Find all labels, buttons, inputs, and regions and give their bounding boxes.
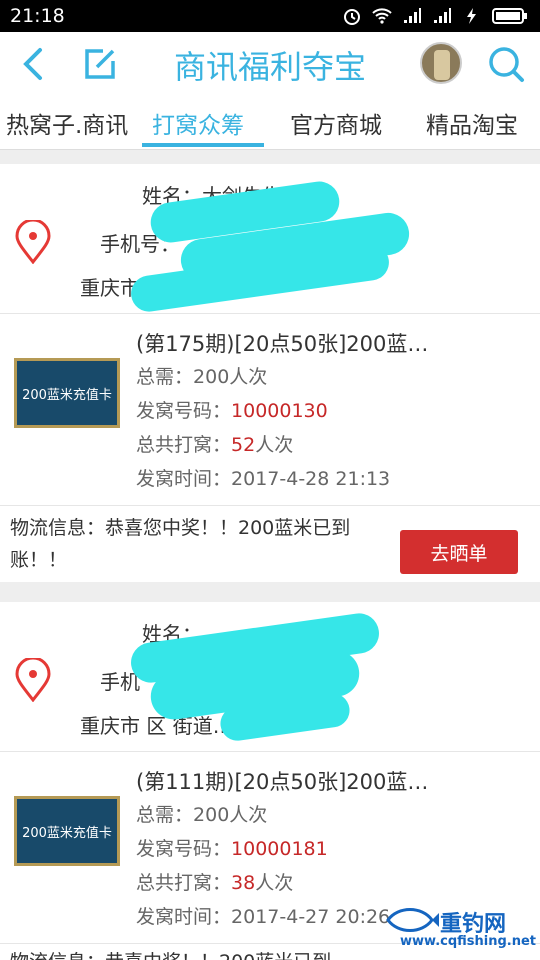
watermark-url: www.cqfishing.net (400, 934, 537, 949)
wifi-icon (372, 8, 392, 24)
total-required: 总需：200人次 (136, 366, 268, 388)
charging-icon (467, 8, 476, 24)
active-tab-indicator (142, 143, 264, 147)
total-participation: 总共打窝：38人次 (136, 872, 294, 894)
product-thumbnail: 200蓝米充值卡 (14, 358, 120, 428)
address-block[interactable]: 姓名：大剑先生 手机号： 重庆市 街道… (0, 164, 540, 314)
share-order-button[interactable]: 去晒单 (400, 530, 518, 574)
total-participation: 总共打窝：52人次 (136, 434, 294, 456)
tab-crowdfunding[interactable]: 打窝众筹 (152, 106, 244, 140)
status-time: 21:18 (10, 5, 65, 27)
issue-code: 发窝号码：10000181 (136, 838, 328, 860)
watermark-logo: 重钓网 www.cqfishing.net (384, 902, 537, 954)
logistics-text: 物流信息：恭喜您中奖！！200蓝米已到账！！ (10, 517, 351, 571)
search-button[interactable] (484, 42, 528, 86)
total-required: 总需：200人次 (136, 804, 268, 826)
location-pin-icon (15, 658, 51, 702)
address-block[interactable]: 姓名： 手机 重庆市 区 街道… (0, 602, 540, 752)
product-block[interactable]: 200蓝米充值卡 (第175期)[20点50张]200蓝… 总需：200人次 发… (0, 316, 540, 506)
order-card: 姓名：大剑先生 手机号： 重庆市 街道… 200蓝米充值卡 (第175期)[20… (0, 164, 540, 582)
signal-icon-2 (434, 8, 451, 23)
product-thumbnail: 200蓝米充值卡 (14, 796, 120, 866)
app-bar: 商讯福利夺宝 (0, 32, 540, 98)
tab-official-mall[interactable]: 官方商城 (290, 106, 382, 140)
alarm-icon (344, 9, 360, 25)
product-title: (第111期)[20点50张]200蓝… (136, 770, 429, 794)
tab-bar: 热窝子.商讯 打窝众筹 官方商城 精品淘宝 (0, 98, 540, 150)
avatar[interactable] (420, 42, 462, 84)
tab-taobao[interactable]: 精品淘宝 (426, 106, 518, 140)
fish-logo-icon (386, 908, 439, 932)
product-title: (第175期)[20点50张]200蓝… (136, 332, 429, 356)
battery-icon (492, 8, 527, 24)
issue-code: 发窝号码：10000130 (136, 400, 328, 422)
logistics-text: 物流信息：恭喜中奖！！200蓝米已到 (10, 946, 400, 960)
logistics-info: 物流信息：恭喜您中奖！！200蓝米已到账！！ 去晒单 (0, 506, 540, 582)
issue-time: 发窝时间：2017-4-28 21:13 (136, 468, 391, 490)
search-icon (489, 47, 524, 82)
status-bar: 21:18 (0, 0, 540, 32)
issue-time: 发窝时间：2017-4-27 20:26 (136, 906, 391, 928)
tab-hot-news[interactable]: 热窝子.商讯 (6, 106, 128, 140)
signal-icon (404, 8, 421, 23)
location-pin-icon (15, 220, 51, 264)
